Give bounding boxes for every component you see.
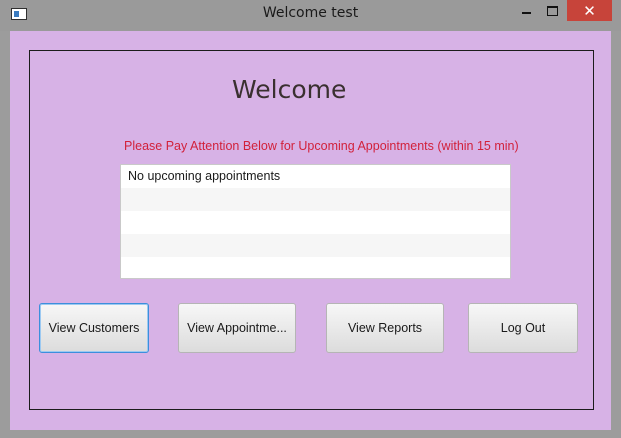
- minimize-button[interactable]: [513, 0, 539, 21]
- application-window: Welcome test ✕ Welcome Please Pay Attent…: [0, 0, 621, 438]
- maximize-icon: [547, 6, 558, 16]
- close-button[interactable]: ✕: [567, 0, 612, 21]
- list-item[interactable]: [121, 188, 510, 211]
- appointment-notice: Please Pay Attention Below for Upcoming …: [124, 139, 519, 153]
- title-bar[interactable]: Welcome test ✕: [0, 0, 621, 31]
- maximize-button[interactable]: [539, 0, 565, 21]
- list-item[interactable]: [121, 234, 510, 257]
- minimize-icon: [522, 12, 531, 14]
- welcome-pane: Welcome Please Pay Attention Below for U…: [10, 31, 611, 430]
- view-customers-button[interactable]: View Customers: [39, 303, 149, 353]
- view-reports-button[interactable]: View Reports: [326, 303, 444, 353]
- list-item[interactable]: [121, 257, 510, 280]
- log-out-button[interactable]: Log Out: [468, 303, 578, 353]
- appointments-list[interactable]: No upcoming appointments: [120, 164, 511, 279]
- close-icon: ✕: [583, 2, 596, 20]
- list-item[interactable]: [121, 211, 510, 234]
- list-item[interactable]: No upcoming appointments: [121, 165, 510, 188]
- view-appointments-button[interactable]: View Appointme...: [178, 303, 296, 353]
- page-title: Welcome: [232, 75, 347, 104]
